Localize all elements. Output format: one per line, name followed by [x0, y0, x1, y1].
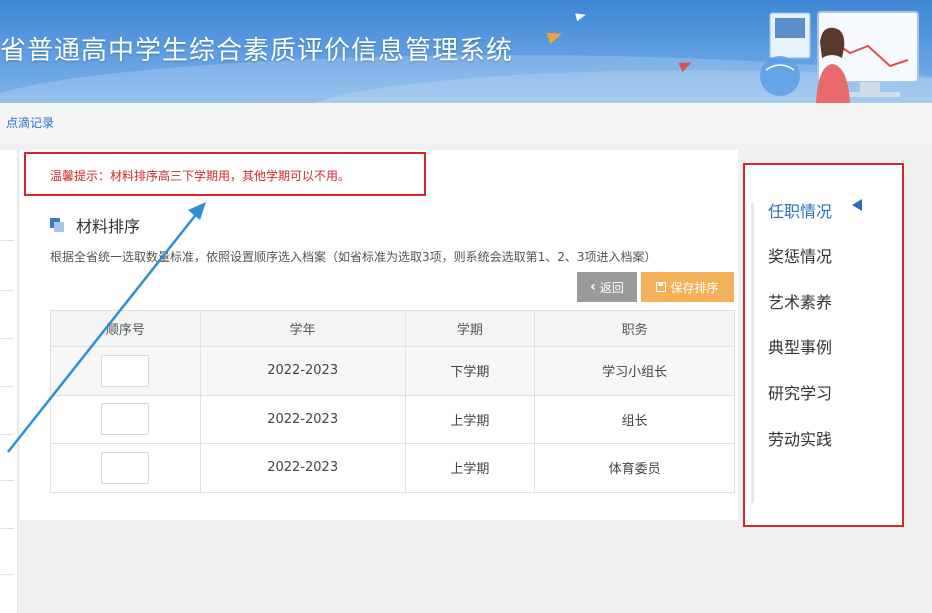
- left-sidebar-stub: [0, 150, 18, 613]
- table-row: 2022-2023 下学期 学习小组长: [50, 346, 735, 396]
- system-title: 省普通高中学生综合素质评价信息管理系统: [0, 36, 514, 66]
- nav-item-labor[interactable]: 劳动实践: [768, 426, 832, 450]
- divider: [0, 480, 14, 481]
- caret-left-icon: [852, 199, 862, 211]
- nav-item-arts[interactable]: 艺术素养: [768, 289, 832, 313]
- section-icon: [50, 218, 64, 232]
- paper-plane-icon: [546, 27, 564, 45]
- table-row: 2022-2023 上学期 体育委员: [50, 443, 735, 493]
- table-header-row: 顺序号 学年 学期 职务: [50, 310, 735, 347]
- position-cell: 组长: [534, 394, 735, 444]
- column-header: 学年: [199, 310, 406, 347]
- divider: [0, 434, 14, 435]
- position-cell: 学习小组长: [534, 346, 735, 396]
- column-header: 职务: [534, 310, 735, 347]
- divider: [0, 386, 14, 387]
- back-button[interactable]: ‹ 返回: [577, 272, 637, 302]
- order-cell: [50, 443, 201, 493]
- column-header: 学期: [404, 310, 536, 347]
- save-order-button[interactable]: 保存排序: [641, 272, 734, 302]
- section-title: 材料排序: [76, 217, 141, 236]
- term-cell: 下学期: [404, 346, 536, 396]
- order-cell: [50, 346, 201, 396]
- chevron-left-icon: ‹: [590, 279, 596, 295]
- year-cell: 2022-2023: [199, 394, 406, 444]
- term-cell: 上学期: [404, 394, 536, 444]
- save-button-label: 保存排序: [670, 280, 719, 295]
- order-number-input[interactable]: [101, 354, 150, 387]
- divider: [0, 528, 14, 529]
- teacher-illustration: [760, 11, 919, 103]
- back-button-label: 返回: [599, 280, 624, 295]
- divider: [0, 574, 14, 575]
- nav-item-employment[interactable]: 任职情况: [768, 198, 832, 222]
- nav-item-research[interactable]: 研究学习: [768, 380, 832, 404]
- breadcrumb-link[interactable]: 点滴记录: [6, 114, 54, 131]
- order-number-input[interactable]: [101, 403, 150, 436]
- year-cell: 2022-2023: [199, 346, 406, 396]
- order-table: 顺序号 学年 学期 职务 2022-2023 下学期 学习小组长 2022-20…: [50, 310, 735, 493]
- paper-plane-icon: [575, 10, 587, 22]
- order-number-input[interactable]: [101, 451, 150, 484]
- order-cell: [50, 394, 201, 444]
- nav-item-rewards[interactable]: 奖惩情况: [768, 243, 832, 267]
- nav-item-cases[interactable]: 典型事例: [768, 334, 832, 358]
- nav-rail: [751, 203, 754, 503]
- save-icon: [656, 282, 667, 292]
- term-cell: 上学期: [404, 443, 536, 493]
- section-description: 根据全省统一选取数量标准，依照设置顺序选入档案（如省标准为选取3项，则系统会选取…: [50, 250, 657, 264]
- section-header: 材料排序: [50, 213, 140, 237]
- divider: [0, 240, 14, 241]
- table-row: 2022-2023 上学期 组长: [50, 394, 735, 444]
- warm-tip-box: 温馨提示：材料排序高三下学期用，其他学期可以不用。: [24, 152, 426, 196]
- divider: [0, 290, 14, 291]
- column-header: 顺序号: [50, 310, 201, 347]
- header-banner: 省普通高中学生综合素质评价信息管理系统: [0, 0, 932, 103]
- year-cell: 2022-2023: [199, 443, 406, 493]
- position-cell: 体育委员: [534, 443, 735, 493]
- breadcrumb-bar: [0, 103, 932, 143]
- divider: [0, 338, 14, 339]
